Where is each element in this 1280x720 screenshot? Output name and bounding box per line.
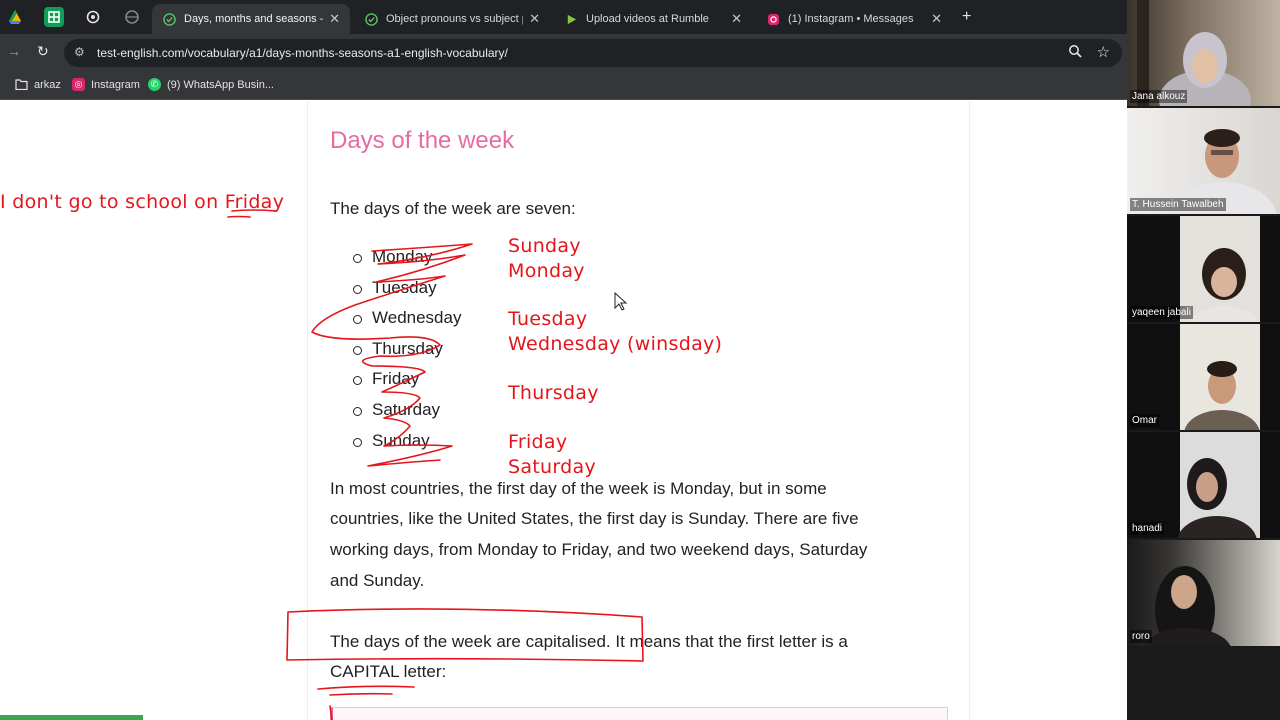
annotation-day: Tuesday	[508, 308, 588, 330]
close-icon[interactable]: ✕	[529, 11, 540, 27]
mouse-cursor-icon	[614, 292, 628, 311]
globe-tab-icon[interactable]	[122, 7, 142, 27]
instagram-icon	[766, 12, 780, 26]
bookmark-instagram[interactable]: ◎ Instagram	[72, 78, 140, 91]
browser-tab-strip: Days, months and seasons – A1 ✕ Object p…	[0, 0, 1127, 34]
close-icon[interactable]: ✕	[931, 11, 942, 27]
bookmark-whatsapp[interactable]: ✆ (9) WhatsApp Busin...	[148, 78, 274, 91]
participant-tile[interactable]: roro	[1127, 540, 1280, 646]
participant-name: T. Hussein Tawalbeh	[1130, 198, 1226, 211]
browser-toolbar: → ↻ ⚙ test-english.com/vocabulary/a1/day…	[0, 34, 1127, 72]
tab-title: Upload videos at Rumble	[586, 13, 709, 25]
list-item: Saturday	[353, 395, 461, 426]
capital-rule-line: The days of the week are capitalised. It…	[330, 632, 848, 651]
section-heading: Days of the week	[330, 127, 515, 154]
tab-days-months-seasons[interactable]: Days, months and seasons – A1 ✕	[152, 4, 350, 34]
bookmark-label: Instagram	[91, 78, 140, 91]
site-settings-icon[interactable]: ⚙	[74, 45, 85, 59]
list-item: Tuesday	[353, 273, 461, 304]
example-box	[330, 707, 948, 720]
tab-title: Object pronouns vs subject pro	[386, 13, 524, 25]
check-icon	[364, 12, 378, 26]
close-icon[interactable]: ✕	[329, 11, 340, 27]
new-tab-button[interactable]: +	[962, 8, 971, 26]
participant-name: Omar	[1130, 414, 1159, 427]
capital-rule-line: CAPITAL letter:	[330, 662, 447, 681]
annotation-day: Thursday	[508, 382, 599, 404]
paragraph-line: countries, like the United States, the f…	[330, 509, 859, 528]
video-gallery: Jana alkouz T. Hussein Tawalbeh yaqeen j…	[1127, 0, 1280, 720]
annotation-day: Friday	[508, 431, 568, 453]
paragraph-line: and Sunday.	[330, 571, 425, 590]
participant-tile[interactable]: hanadi	[1127, 432, 1280, 538]
annotation-day: Sunday	[508, 235, 581, 257]
paragraph-line: In most countries, the first day of the …	[330, 479, 827, 498]
list-item: Thursday	[353, 334, 461, 365]
instagram-icon: ◎	[72, 78, 85, 91]
folder-icon	[15, 78, 28, 91]
paragraph-line: working days, from Monday to Friday, and…	[330, 540, 868, 559]
annotation-day: Wednesday (winsday)	[508, 333, 723, 355]
check-icon	[162, 12, 176, 26]
rumble-play-icon	[564, 12, 578, 26]
list-item: Sunday	[353, 426, 461, 457]
tab-rumble[interactable]: Upload videos at Rumble ✕	[554, 4, 752, 34]
whatsapp-icon: ✆	[148, 78, 161, 91]
tab-title: Days, months and seasons – A1	[184, 13, 323, 25]
address-bar[interactable]: ⚙ test-english.com/vocabulary/a1/days-mo…	[64, 39, 1122, 67]
reload-icon[interactable]: ↻	[37, 43, 49, 60]
participant-name: Jana alkouz	[1130, 90, 1188, 103]
google-sheets-tab-icon[interactable]	[44, 7, 64, 27]
participant-tile[interactable]: T. Hussein Tawalbeh	[1127, 108, 1280, 214]
participant-tile[interactable]: yaqeen jabali	[1127, 216, 1280, 322]
annotation-day: Saturday	[508, 456, 597, 478]
zoom-icon[interactable]	[1068, 44, 1082, 61]
list-item: Monday	[353, 242, 461, 273]
close-icon[interactable]: ✕	[731, 11, 742, 27]
bookmark-label: arkaz	[34, 78, 61, 91]
google-drive-tab-icon[interactable]	[5, 7, 25, 27]
participant-name: yaqeen jabali	[1130, 306, 1193, 319]
participant-name: roro	[1130, 630, 1152, 643]
forward-arrow-icon[interactable]: →	[7, 43, 21, 59]
bookmark-label: (9) WhatsApp Busin...	[167, 78, 274, 91]
bookmark-arkaz[interactable]: arkaz	[15, 78, 61, 91]
tab-title: (1) Instagram • Messages	[788, 13, 914, 25]
bookmarks-bar: arkaz ◎ Instagram ✆ (9) WhatsApp Busin..…	[0, 72, 1127, 100]
intro-text: The days of the week are seven:	[330, 199, 576, 218]
days-list: Monday Tuesday Wednesday Thursday Friday…	[353, 242, 461, 456]
tab-instagram[interactable]: (1) Instagram • Messages ✕	[756, 4, 952, 34]
annotation-sentence: I don't go to school on Friday	[0, 191, 285, 213]
article-content: Days of the week The days of the week ar…	[307, 101, 970, 720]
chatgpt-tab-icon[interactable]	[83, 7, 103, 27]
bookmark-star-icon[interactable]: ☆	[1097, 43, 1110, 61]
list-item: Wednesday	[353, 303, 461, 334]
annotation-day: Monday	[508, 260, 585, 282]
participant-name: hanadi	[1130, 522, 1165, 535]
list-item: Friday	[353, 364, 461, 395]
url-text[interactable]: test-english.com/vocabulary/a1/days-mont…	[97, 46, 508, 60]
participant-tile[interactable]: Jana alkouz	[1127, 0, 1280, 106]
meeting-progress-bar	[0, 715, 143, 720]
participant-tile[interactable]: Omar	[1127, 324, 1280, 430]
tab-object-pronouns[interactable]: Object pronouns vs subject pro ✕	[354, 4, 550, 34]
